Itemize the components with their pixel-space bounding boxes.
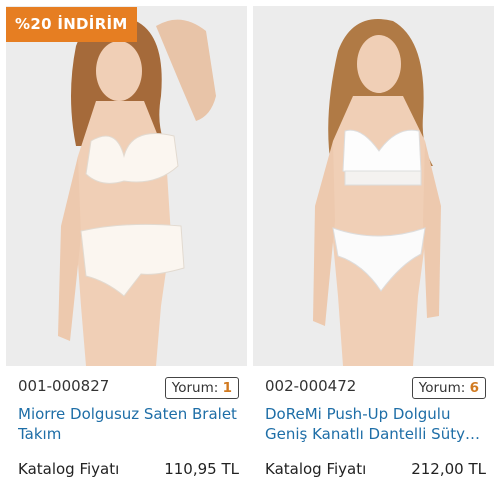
product-title-line-2: Geniş Kanatlı Dantelli Sütye… (265, 425, 487, 443)
review-count-badge[interactable]: Yorum: 6 (411, 377, 486, 399)
price-value: 212,00 TL (411, 460, 486, 478)
review-count: 6 (469, 380, 479, 396)
product-title-link[interactable]: DoReMi Push-Up Dolgulu Geniş Kanatlı Dan… (265, 404, 487, 444)
price-label: Katalog Fiyatı (18, 460, 120, 478)
product-grid: %20 İNDİRİM 001-000827 Yorum: 1 Miorre D… (0, 0, 500, 490)
price-label: Katalog Fiyatı (265, 460, 367, 478)
review-count-badge[interactable]: Yorum: 1 (164, 377, 239, 399)
product-title-line-1: Miorre Dolgusuz Saten Bralet (18, 405, 237, 423)
product-title-line-2: Takım (18, 425, 62, 443)
product-title-link[interactable]: Miorre Dolgusuz Saten Bralet Takım (18, 404, 240, 444)
review-label: Yorum: (418, 380, 466, 396)
product-card[interactable]: 002-000472 Yorum: 6 DoReMi Push-Up Dolgu… (253, 0, 494, 490)
product-card[interactable]: %20 İNDİRİM 001-000827 Yorum: 1 Miorre D… (6, 0, 247, 490)
model-photo-illustration (253, 6, 494, 366)
discount-badge: %20 İNDİRİM (6, 7, 137, 42)
review-count: 1 (222, 380, 232, 396)
product-title-line-1: DoReMi Push-Up Dolgulu (265, 405, 451, 423)
model-photo-illustration (6, 6, 247, 366)
product-code: 001-000827 (18, 377, 110, 395)
product-image[interactable] (6, 6, 247, 366)
product-image[interactable] (253, 6, 494, 366)
product-code: 002-000472 (265, 377, 357, 395)
review-label: Yorum: (171, 380, 219, 396)
price-value: 110,95 TL (164, 460, 239, 478)
